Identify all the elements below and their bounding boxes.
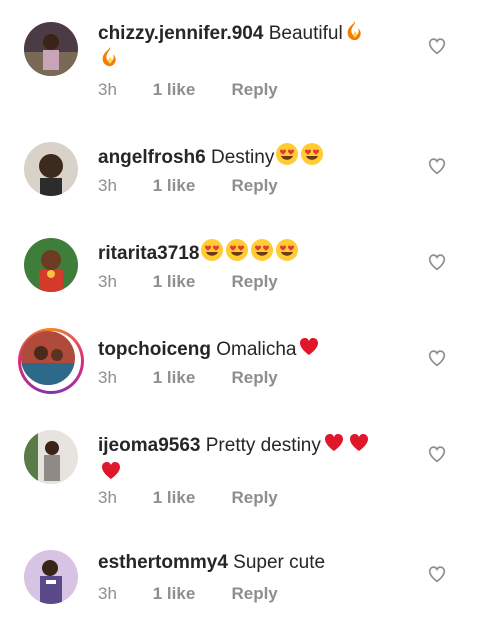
username[interactable]: angelfrosh6 [98, 147, 206, 168]
red-heart-icon [347, 430, 371, 454]
avatar[interactable] [24, 142, 78, 196]
avatar[interactable] [24, 22, 78, 76]
username[interactable]: ijeoma9563 [98, 435, 200, 456]
reply-button[interactable]: Reply [231, 584, 277, 604]
reply-button[interactable]: Reply [231, 272, 277, 292]
comment-time: 3h [98, 584, 117, 603]
like-count[interactable]: 1 like [153, 368, 227, 388]
comment-text: Beautiful [268, 23, 343, 44]
username[interactable]: topchoiceng [98, 339, 211, 360]
reply-button[interactable]: Reply [231, 80, 277, 100]
red-heart-icon [297, 334, 321, 358]
reply-button[interactable]: Reply [231, 488, 277, 508]
avatar[interactable] [21, 331, 75, 385]
comment-text: Omalicha [216, 339, 297, 360]
fire-icon [344, 20, 366, 42]
heart-eyes-icon [250, 238, 274, 262]
comment-text: Pretty destiny [205, 435, 321, 456]
comment-time: 3h [98, 368, 117, 387]
heart-eyes-icon [225, 238, 249, 262]
username[interactable]: chizzy.jennifer.904 [98, 23, 263, 44]
comment-text: Super cute [233, 552, 326, 573]
reply-button[interactable]: Reply [231, 176, 277, 196]
heart-outline-icon[interactable] [426, 251, 448, 273]
story-ring[interactable] [18, 328, 84, 394]
heart-eyes-icon [300, 142, 324, 166]
comment-time: 3h [98, 176, 117, 195]
username[interactable]: ritarita3718 [98, 243, 199, 264]
heart-outline-icon[interactable] [426, 35, 448, 57]
red-heart-icon [99, 458, 123, 482]
heart-outline-icon[interactable] [426, 155, 448, 177]
like-count[interactable]: 1 like [153, 488, 227, 508]
heart-eyes-icon [275, 238, 299, 262]
heart-eyes-icon [200, 238, 224, 262]
comment-time: 3h [98, 80, 117, 99]
heart-outline-icon[interactable] [426, 563, 448, 585]
heart-eyes-icon [275, 142, 299, 166]
heart-outline-icon[interactable] [426, 347, 448, 369]
avatar[interactable] [24, 550, 78, 604]
like-count[interactable]: 1 like [153, 80, 227, 100]
comment-text: Destiny [210, 147, 275, 168]
comment-time: 3h [98, 488, 117, 507]
comment-time: 3h [98, 272, 117, 291]
fire-icon [99, 46, 121, 68]
avatar[interactable] [24, 238, 78, 292]
red-heart-icon [322, 430, 346, 454]
avatar[interactable] [24, 430, 78, 484]
like-count[interactable]: 1 like [153, 272, 227, 292]
like-count[interactable]: 1 like [153, 584, 227, 604]
like-count[interactable]: 1 like [153, 176, 227, 196]
heart-outline-icon[interactable] [426, 443, 448, 465]
username[interactable]: esthertommy4 [98, 552, 228, 573]
reply-button[interactable]: Reply [231, 368, 277, 388]
